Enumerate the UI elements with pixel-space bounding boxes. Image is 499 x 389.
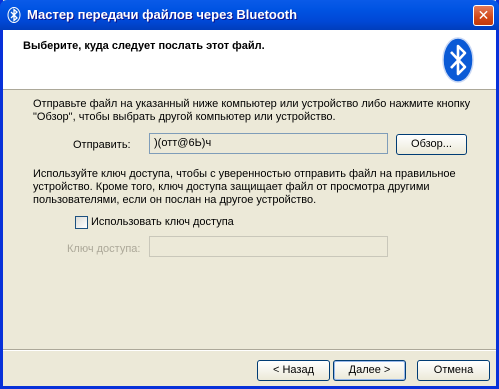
passkey-info-text: Используйте ключ доступа, чтобы с уверен… (33, 168, 456, 206)
back-button[interactable]: < Назад (257, 360, 330, 381)
footer-divider (3, 349, 496, 351)
close-button[interactable]: ✕ (473, 5, 494, 26)
send-to-field[interactable]: )(отт@6Ь)ч (149, 133, 388, 154)
wizard-header: Выберите, куда следует послать этот файл… (3, 30, 496, 90)
bluetooth-title-icon (7, 7, 21, 23)
page-title: Выберите, куда следует послать этот файл… (23, 40, 265, 52)
next-button[interactable]: Далее > (333, 360, 406, 381)
instruction-text: Отправьте файл на указанный ниже компьют… (33, 98, 471, 123)
passkey-label: Ключ доступа: (67, 243, 141, 255)
bluetooth-icon (442, 37, 474, 83)
use-passkey-label[interactable]: Использовать ключ доступа (91, 216, 234, 228)
cancel-button[interactable]: Отмена (417, 360, 490, 381)
passkey-field (149, 236, 388, 257)
use-passkey-checkbox[interactable] (75, 216, 88, 229)
browse-button[interactable]: Обзор... (396, 134, 467, 155)
wizard-window: Мастер передачи файлов через Bluetooth ✕… (0, 0, 499, 389)
send-to-label: Отправить: (73, 139, 131, 151)
title-bar[interactable]: Мастер передачи файлов через Bluetooth ✕ (0, 0, 499, 30)
window-title: Мастер передачи файлов через Bluetooth (27, 7, 298, 22)
